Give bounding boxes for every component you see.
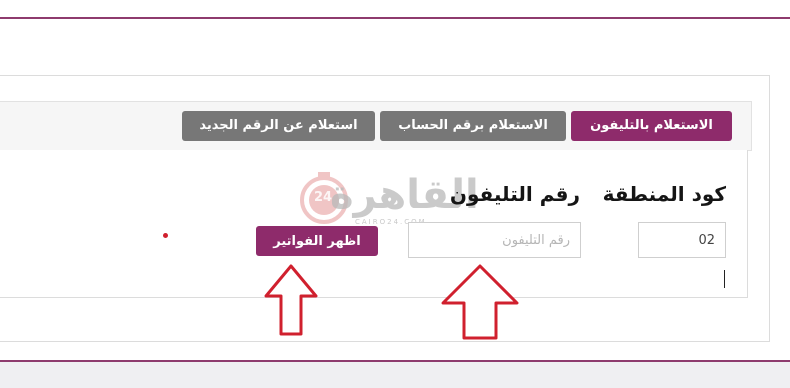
phone-number-label: رقم التليفون bbox=[449, 182, 580, 206]
arrow-up-icon bbox=[264, 264, 318, 336]
area-code-field[interactable] bbox=[638, 222, 726, 258]
tab-inquiry-new-number[interactable]: استعلام عن الرقم الجديد bbox=[182, 111, 375, 141]
inquiry-form-card bbox=[0, 150, 748, 298]
area-code-label: كود المنطقة bbox=[602, 182, 726, 206]
red-dot-marker bbox=[163, 233, 168, 238]
tab-inquiry-by-account[interactable]: الاستعلام برقم الحساب bbox=[380, 111, 566, 141]
footer-band bbox=[0, 360, 790, 388]
tab-inquiry-by-phone[interactable]: الاستعلام بالتليفون bbox=[571, 111, 732, 141]
watermark-badge-number: 24 bbox=[314, 190, 333, 205]
text-cursor bbox=[724, 270, 725, 288]
arrow-up-icon bbox=[441, 264, 519, 340]
phone-number-input[interactable] bbox=[408, 222, 581, 258]
header-divider bbox=[0, 17, 790, 19]
show-bills-button[interactable]: اظهر الفواتير bbox=[256, 226, 378, 256]
